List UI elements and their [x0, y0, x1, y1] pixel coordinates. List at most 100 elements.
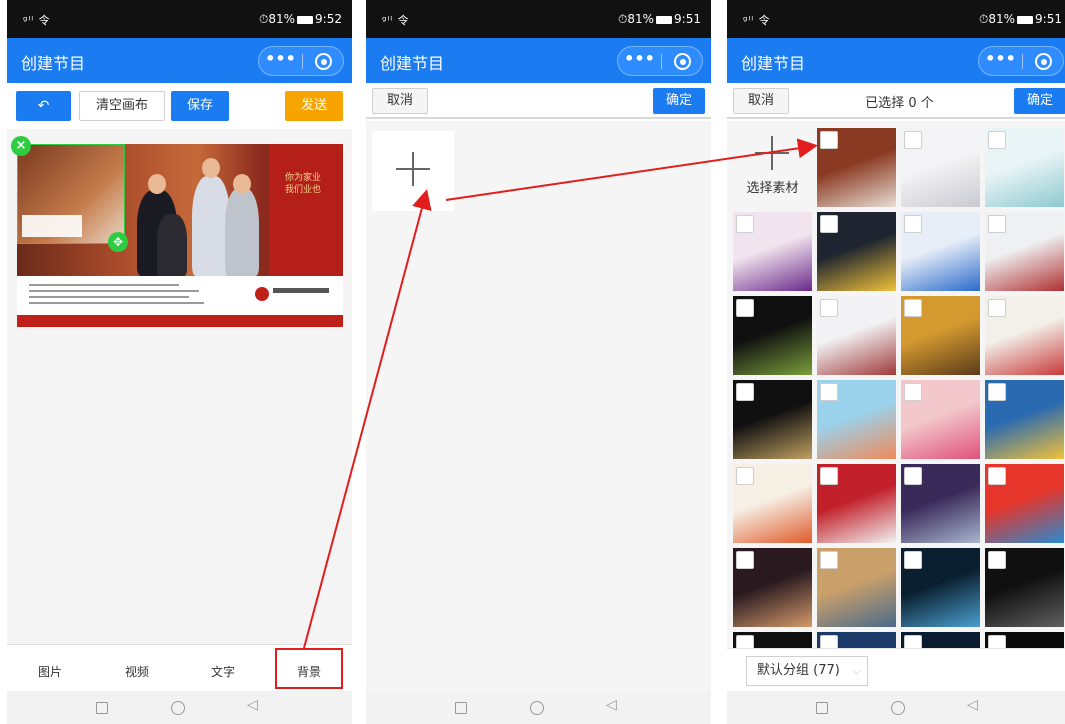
thumbnail-checkbox[interactable]	[904, 467, 922, 485]
thumbnail-checkbox[interactable]	[820, 383, 838, 401]
material-thumbnail[interactable]	[817, 296, 896, 375]
thumbnail-checkbox[interactable]	[988, 635, 1006, 648]
recents-icon[interactable]	[455, 702, 467, 714]
material-thumbnail[interactable]	[901, 548, 980, 627]
battery-status: ⏱81% 9:51	[618, 12, 701, 27]
thumbnail-checkbox[interactable]	[988, 299, 1006, 317]
material-thumbnail[interactable]	[817, 212, 896, 291]
thumbnail-checkbox[interactable]	[904, 635, 922, 648]
thumbnail-checkbox[interactable]	[904, 299, 922, 317]
material-thumbnail[interactable]	[733, 296, 812, 375]
android-nav-bar: ◁	[7, 691, 352, 724]
material-thumbnail[interactable]	[817, 128, 896, 207]
undo-button[interactable]: ↶	[16, 91, 71, 121]
cancel-button[interactable]: 取消	[372, 88, 428, 114]
material-thumbnail[interactable]	[985, 296, 1064, 375]
material-thumbnail[interactable]	[817, 464, 896, 543]
recents-icon[interactable]	[96, 702, 108, 714]
material-thumbnail[interactable]	[985, 128, 1064, 207]
thumbnail-checkbox[interactable]	[736, 467, 754, 485]
recents-icon[interactable]	[816, 702, 828, 714]
home-icon[interactable]	[891, 701, 905, 715]
thumbnail-checkbox[interactable]	[736, 635, 754, 648]
thumbnail-checkbox[interactable]	[820, 635, 838, 648]
thumbnail-checkbox[interactable]	[904, 551, 922, 569]
back-icon[interactable]: ◁	[606, 697, 617, 713]
capsule-divider	[1022, 54, 1023, 69]
back-icon[interactable]: ◁	[967, 697, 978, 713]
material-thumbnail[interactable]	[901, 128, 980, 207]
thumbnail-checkbox[interactable]	[904, 131, 922, 149]
background-tab-highlight	[275, 648, 343, 689]
close-miniprogram-icon[interactable]	[1035, 53, 1052, 70]
capsule-divider	[302, 54, 303, 69]
material-thumbnail[interactable]	[985, 380, 1064, 459]
clock: 9:51	[1035, 12, 1062, 26]
material-grid: 选择素材	[733, 128, 1065, 648]
selected-image-element[interactable]	[17, 144, 125, 244]
battery-icon	[1017, 16, 1034, 24]
save-button[interactable]: 保存	[171, 91, 229, 121]
confirm-button[interactable]: 确定	[653, 88, 705, 114]
confirm-button[interactable]: 确定	[1014, 88, 1065, 114]
material-thumbnail[interactable]	[901, 212, 980, 291]
thumbnail-checkbox[interactable]	[904, 215, 922, 233]
thumbnail-checkbox[interactable]	[736, 215, 754, 233]
material-thumbnail[interactable]	[901, 632, 980, 648]
material-thumbnail[interactable]	[901, 380, 980, 459]
material-thumbnail[interactable]	[733, 380, 812, 459]
more-icon[interactable]: •••	[259, 47, 302, 75]
thumbnail-checkbox[interactable]	[820, 299, 838, 317]
thumbnail-checkbox[interactable]	[736, 383, 754, 401]
material-thumbnail[interactable]	[817, 632, 896, 648]
thumbnail-checkbox[interactable]	[736, 299, 754, 317]
more-icon[interactable]: •••	[979, 47, 1022, 75]
material-thumbnail[interactable]	[985, 464, 1064, 543]
group-select-value: 默认分组 (77)	[757, 663, 840, 678]
material-thumbnail[interactable]	[985, 548, 1064, 627]
material-thumbnail[interactable]	[733, 632, 812, 648]
thumbnail-checkbox[interactable]	[988, 551, 1006, 569]
thumbnail-checkbox[interactable]	[988, 383, 1006, 401]
home-icon[interactable]	[530, 701, 544, 715]
thumbnail-checkbox[interactable]	[820, 467, 838, 485]
thumbnail-checkbox[interactable]	[988, 215, 1006, 233]
material-thumbnail[interactable]	[817, 548, 896, 627]
tab-image[interactable]: 图片	[20, 663, 80, 680]
material-thumbnail[interactable]	[733, 464, 812, 543]
thumbnail-checkbox[interactable]	[988, 131, 1006, 149]
back-icon[interactable]: ◁	[247, 697, 258, 713]
thumbnail-checkbox[interactable]	[820, 131, 838, 149]
signal-icon: ᵍˡˡ 令	[743, 14, 771, 27]
select-material-button[interactable]: 选择素材	[733, 128, 812, 207]
close-miniprogram-icon[interactable]	[674, 53, 691, 70]
material-thumbnail[interactable]	[985, 212, 1064, 291]
material-thumbnail[interactable]	[985, 632, 1064, 648]
cancel-button[interactable]: 取消	[733, 88, 789, 114]
capsule-divider	[661, 54, 662, 69]
more-icon[interactable]: •••	[618, 47, 661, 75]
material-thumbnail[interactable]	[901, 296, 980, 375]
material-thumbnail[interactable]	[901, 464, 980, 543]
battery-status: ⏱81% 9:52	[259, 12, 342, 27]
group-select[interactable]: 默认分组 (77) ⌵	[746, 656, 868, 686]
thumbnail-checkbox[interactable]	[820, 215, 838, 233]
material-thumbnail[interactable]	[817, 380, 896, 459]
material-thumbnail[interactable]	[733, 212, 812, 291]
add-background-button[interactable]	[372, 131, 454, 211]
alarm-icon: ⏱	[979, 12, 989, 26]
thumbnail-checkbox[interactable]	[820, 551, 838, 569]
thumbnail-checkbox[interactable]	[904, 383, 922, 401]
close-miniprogram-icon[interactable]	[315, 53, 332, 70]
send-button[interactable]: 发送	[285, 91, 343, 121]
tab-text[interactable]: 文字	[193, 663, 253, 680]
thumbnail-checkbox[interactable]	[736, 551, 754, 569]
tab-video[interactable]: 视频	[107, 663, 167, 680]
thumbnail-checkbox[interactable]	[988, 467, 1006, 485]
miniprogram-capsule: •••	[258, 46, 344, 76]
move-handle-icon[interactable]: ✥	[108, 232, 128, 252]
clear-canvas-button[interactable]: 清空画布	[79, 91, 165, 121]
material-thumbnail[interactable]	[733, 548, 812, 627]
delete-element-icon[interactable]: ×	[11, 136, 31, 156]
home-icon[interactable]	[171, 701, 185, 715]
